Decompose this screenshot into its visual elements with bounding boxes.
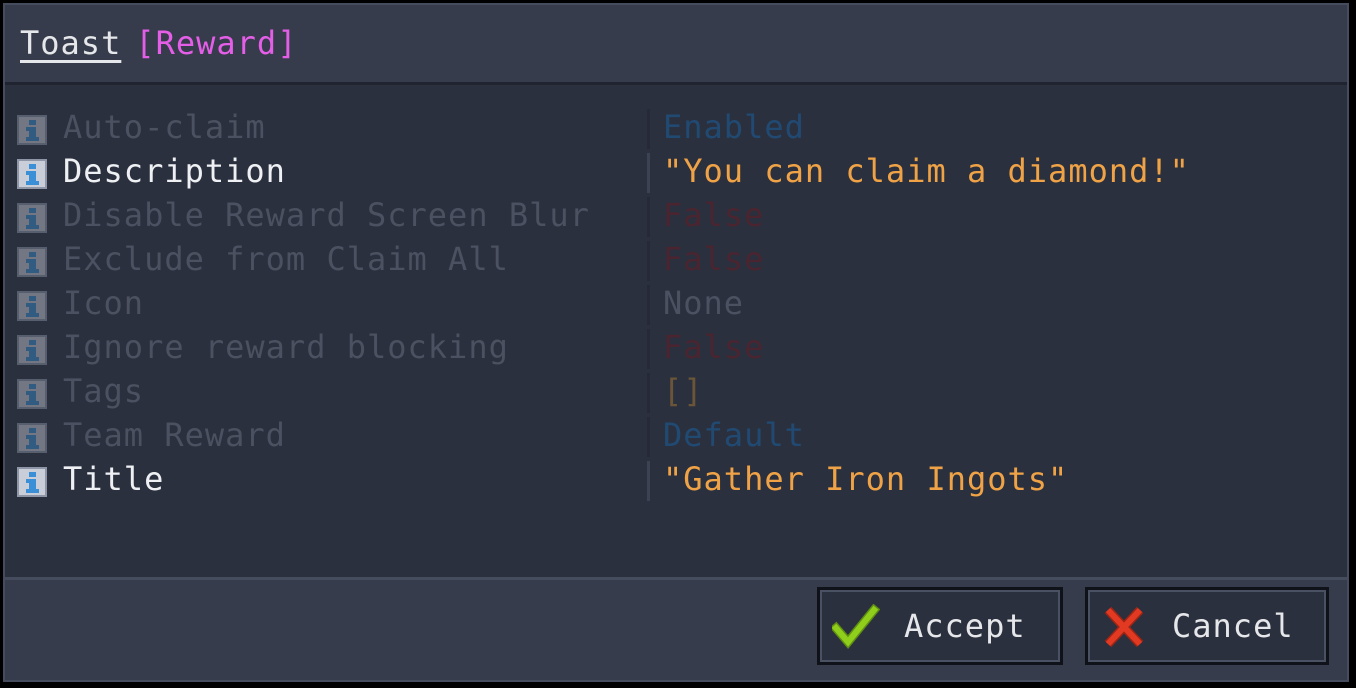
column-divider <box>647 461 650 501</box>
property-row[interactable]: Disable Reward Screen Blur False <box>5 193 1347 237</box>
property-row[interactable]: Icon None <box>5 281 1347 325</box>
property-value[interactable]: "Gather Iron Ingots" <box>663 457 1068 501</box>
property-name: Description <box>63 152 286 190</box>
column-divider <box>647 417 650 457</box>
info-icon[interactable] <box>17 291 47 321</box>
column-divider <box>647 329 650 369</box>
cross-icon <box>1100 604 1148 650</box>
property-name: Tags <box>63 372 145 410</box>
info-icon[interactable] <box>17 159 47 189</box>
checkmark-icon <box>829 603 881 650</box>
dialog-header: Toast [Reward] <box>5 5 1347 85</box>
property-row[interactable]: Description "You can claim a diamond!" <box>5 149 1347 193</box>
property-name: Ignore reward blocking <box>63 328 509 366</box>
accept-button[interactable]: Accept <box>817 587 1063 665</box>
property-row[interactable]: Tags [] <box>5 369 1347 413</box>
property-value[interactable]: [] <box>663 369 704 413</box>
property-value[interactable]: None <box>663 281 744 325</box>
column-divider <box>647 373 650 413</box>
property-name: Exclude from Claim All <box>63 240 509 278</box>
cancel-label: Cancel <box>1172 607 1294 645</box>
property-value[interactable]: False <box>663 193 764 237</box>
title-link[interactable]: Toast <box>20 24 121 62</box>
property-row[interactable]: Title "Gather Iron Ingots" <box>5 457 1347 501</box>
property-row[interactable]: Auto-claim Enabled <box>5 105 1347 149</box>
property-row[interactable]: Team Reward Default <box>5 413 1347 457</box>
info-icon[interactable] <box>17 379 47 409</box>
column-divider <box>647 285 650 325</box>
property-value[interactable]: "You can claim a diamond!" <box>663 149 1190 193</box>
property-value[interactable]: Default <box>663 413 805 457</box>
property-row[interactable]: Ignore reward blocking False <box>5 325 1347 369</box>
info-icon[interactable] <box>17 115 47 145</box>
info-icon[interactable] <box>17 247 47 277</box>
column-divider <box>647 153 650 193</box>
column-divider <box>647 241 650 281</box>
property-name: Disable Reward Screen Blur <box>63 196 590 234</box>
property-row[interactable]: Exclude from Claim All False <box>5 237 1347 281</box>
property-name: Icon <box>63 284 145 322</box>
column-divider <box>647 109 650 149</box>
config-dialog: Toast [Reward] Auto-claim Enabled Descripti… <box>3 3 1349 682</box>
property-value[interactable]: False <box>663 237 764 281</box>
column-divider <box>647 197 650 237</box>
info-icon[interactable] <box>17 467 47 497</box>
accept-label: Accept <box>904 607 1026 645</box>
property-name: Auto-claim <box>63 108 266 146</box>
cancel-button[interactable]: Cancel <box>1085 587 1329 665</box>
property-value[interactable]: Enabled <box>663 105 805 149</box>
info-icon[interactable] <box>17 423 47 453</box>
info-icon[interactable] <box>17 203 47 233</box>
dialog-footer: Accept Cancel <box>5 577 1347 680</box>
title-type-label: [Reward] <box>135 24 298 62</box>
property-name: Title <box>63 460 165 498</box>
property-value[interactable]: False <box>663 325 764 369</box>
info-icon[interactable] <box>17 335 47 365</box>
property-name: Team Reward <box>63 416 286 454</box>
dialog-title: Toast [Reward] <box>20 23 297 63</box>
